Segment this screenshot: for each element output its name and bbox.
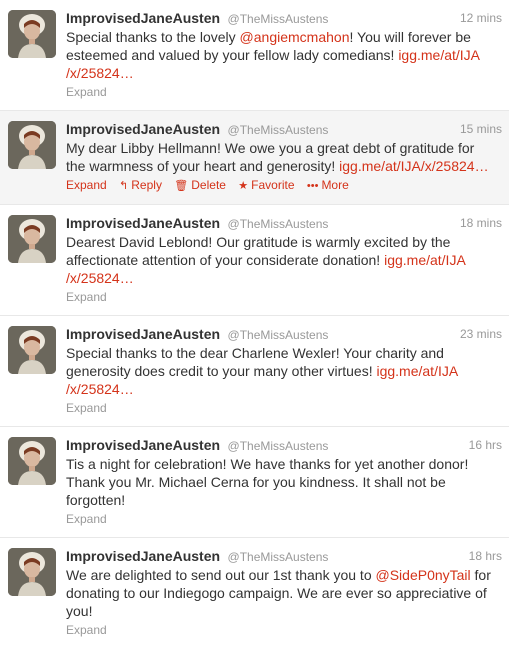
reply-label: Reply — [131, 178, 162, 192]
star-icon: ★ — [238, 180, 249, 192]
tweet-timestamp[interactable]: 12 mins — [460, 9, 502, 27]
tweet-item[interactable]: ImprovisedJaneAusten @TheMissAustens 15 … — [0, 111, 509, 205]
tweet-text: My dear Libby Hellmann! We owe you a gre… — [66, 139, 502, 175]
tweet-timestamp[interactable]: 15 mins — [460, 120, 502, 138]
trash-icon: 🗑 — [174, 180, 189, 192]
more-button[interactable]: ••• More — [307, 178, 349, 192]
tweet-item[interactable]: ImprovisedJaneAusten @TheMissAustens 16 … — [0, 427, 509, 538]
mention-link[interactable]: @SideP0nyTail — [376, 567, 471, 583]
tweet-header: ImprovisedJaneAusten @TheMissAustens 16 … — [66, 436, 502, 454]
author-fullname[interactable]: ImprovisedJaneAusten — [66, 326, 220, 342]
author-fullname[interactable]: ImprovisedJaneAusten — [66, 121, 220, 137]
tweet-item[interactable]: ImprovisedJaneAusten @TheMissAustens 12 … — [0, 0, 509, 111]
tweet-timestamp[interactable]: 16 hrs — [469, 436, 502, 454]
favorite-label: Favorite — [251, 178, 295, 192]
tweet-actions: Expand — [66, 289, 502, 315]
expand-link[interactable]: Expand — [66, 290, 107, 304]
avatar[interactable] — [8, 215, 56, 263]
tweet-actions: Expand — [66, 84, 502, 110]
author-fullname[interactable]: ImprovisedJaneAusten — [66, 215, 220, 231]
reply-arrow-icon: ↰ — [119, 180, 129, 192]
avatar-portrait-icon — [8, 326, 56, 374]
avatar[interactable] — [8, 121, 56, 169]
tweet-actions: Expand — [66, 622, 502, 648]
author-fullname[interactable]: ImprovisedJaneAusten — [66, 437, 220, 453]
avatar[interactable] — [8, 10, 56, 58]
author-username[interactable]: @TheMissAustens — [228, 439, 329, 453]
text-segment: Special thanks to the lovely — [66, 29, 240, 45]
url-link[interactable]: igg.me/at/IJA/x/25824… — [339, 158, 488, 174]
author-fullname[interactable]: ImprovisedJaneAusten — [66, 548, 220, 564]
avatar-portrait-icon — [8, 437, 56, 485]
dots-icon: ••• — [306, 180, 319, 192]
reply-button[interactable]: ↰ Reply — [119, 178, 162, 192]
expand-link[interactable]: Expand — [66, 623, 107, 637]
tweet-text: Tis a night for celebration! We have tha… — [66, 455, 502, 509]
author-username[interactable]: @TheMissAustens — [228, 123, 329, 137]
author-username[interactable]: @TheMissAustens — [228, 328, 329, 342]
avatar[interactable] — [8, 326, 56, 374]
avatar-portrait-icon — [8, 215, 56, 263]
tweet-timestamp[interactable]: 18 mins — [460, 214, 502, 232]
avatar-portrait-icon — [8, 10, 56, 58]
text-segment: We are delighted to send out our 1st tha… — [66, 567, 376, 583]
tweet-actions: Expand — [66, 511, 502, 537]
avatar[interactable] — [8, 548, 56, 596]
author-username[interactable]: @TheMissAustens — [228, 12, 329, 26]
tweet-actions: Expand — [66, 400, 502, 426]
more-label: More — [321, 178, 349, 192]
tweet-actions: Expand ↰ Reply 🗑 Delete ★ Favorite ••• More — [66, 177, 502, 204]
expand-link[interactable]: Expand — [66, 401, 107, 415]
favorite-button[interactable]: ★ Favorite — [238, 178, 294, 192]
tweet-text: Dearest David Leblond! Our gratitude is … — [66, 233, 502, 287]
tweet-text: Special thanks to the lovely @angiemcmah… — [66, 28, 502, 82]
tweet-item[interactable]: ImprovisedJaneAusten @TheMissAustens 18 … — [0, 205, 509, 316]
avatar-portrait-icon — [8, 121, 56, 169]
delete-label: Delete — [191, 178, 226, 192]
tweet-timestamp[interactable]: 23 mins — [460, 325, 502, 343]
tweet-header: ImprovisedJaneAusten @TheMissAustens 23 … — [66, 325, 502, 343]
tweet-text: We are delighted to send out our 1st tha… — [66, 566, 502, 620]
author-username[interactable]: @TheMissAustens — [228, 217, 329, 231]
tweet-timeline: ImprovisedJaneAusten @TheMissAustens 12 … — [0, 0, 509, 648]
delete-button[interactable]: 🗑 Delete — [174, 178, 226, 192]
text-segment: Tis a night for celebration! We have tha… — [66, 456, 469, 508]
tweet-header: ImprovisedJaneAusten @TheMissAustens 18 … — [66, 214, 502, 232]
tweet-header: ImprovisedJaneAusten @TheMissAustens 12 … — [66, 9, 502, 27]
tweet-text: Special thanks to the dear Charlene Wexl… — [66, 344, 502, 398]
expand-link[interactable]: Expand — [66, 85, 107, 99]
tweet-header: ImprovisedJaneAusten @TheMissAustens 15 … — [66, 120, 502, 138]
tweet-item[interactable]: ImprovisedJaneAusten @TheMissAustens 23 … — [0, 316, 509, 427]
tweet-item[interactable]: ImprovisedJaneAusten @TheMissAustens 18 … — [0, 538, 509, 648]
avatar-portrait-icon — [8, 548, 56, 596]
mention-link[interactable]: @angiemcmahon — [240, 29, 350, 45]
tweet-header: ImprovisedJaneAusten @TheMissAustens 18 … — [66, 547, 502, 565]
tweet-timestamp[interactable]: 18 hrs — [469, 547, 502, 565]
expand-link[interactable]: Expand — [66, 512, 107, 526]
author-username[interactable]: @TheMissAustens — [228, 550, 329, 564]
expand-link[interactable]: Expand — [66, 178, 107, 192]
author-fullname[interactable]: ImprovisedJaneAusten — [66, 10, 220, 26]
avatar[interactable] — [8, 437, 56, 485]
